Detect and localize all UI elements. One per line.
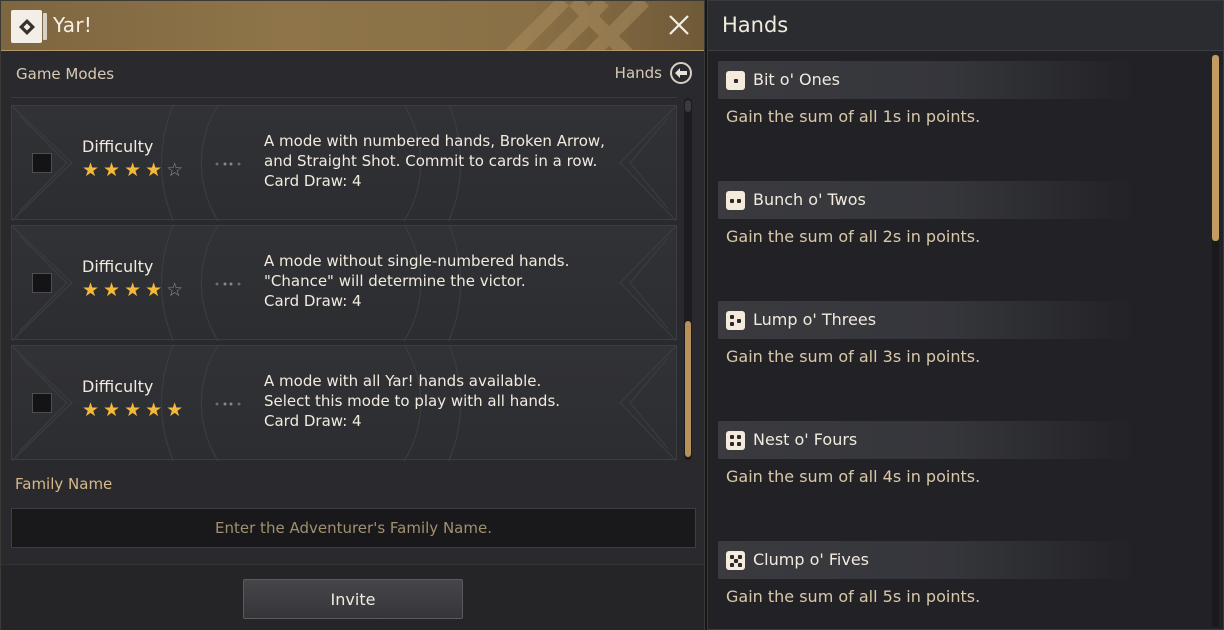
title-bar[interactable]: Yar! — [1, 1, 704, 51]
empty-star: ☆ — [166, 159, 188, 181]
game-mode-card[interactable]: Difficulty ★★★★☆ A mode with numbered ha… — [11, 105, 677, 221]
mode-checkbox[interactable] — [32, 152, 52, 173]
hand-description: Gain the sum of all 5s in points. — [726, 587, 981, 606]
arrow-left-circle-icon — [670, 62, 692, 84]
difficulty-label: Difficulty — [82, 377, 154, 396]
mode-checkbox[interactable] — [32, 272, 52, 293]
hand-description: Gain the sum of all 3s in points. — [726, 347, 981, 366]
hand-header: Bunch o' Twos — [718, 181, 1138, 219]
hand-item: Lump o' Threes Gain the sum of all 3s in… — [718, 301, 1210, 411]
window-title: Yar! — [53, 13, 93, 37]
hand-description: Gain the sum of all 4s in points. — [726, 467, 981, 486]
hand-name: Clump o' Fives — [753, 550, 869, 569]
hand-header: Bit o' Ones — [718, 61, 1138, 99]
separator-dots-icon — [215, 402, 241, 406]
yar-window: Yar! Game Modes Hands Difficulty ★★★★☆ A… — [0, 0, 705, 630]
family-name-label: Family Name — [15, 475, 113, 493]
hands-link[interactable]: Hands — [615, 62, 692, 84]
scrollbar-thumb[interactable] — [685, 321, 691, 457]
title-bar-decoration — [505, 1, 649, 50]
difficulty-stars: ★★★★☆ — [82, 159, 187, 181]
game-mode-card[interactable]: Difficulty ★★★★★ A mode with all Yar! ha… — [11, 345, 677, 461]
difficulty-stars: ★★★★★ — [82, 399, 187, 421]
hands-link-label: Hands — [614, 64, 662, 82]
die-four-icon — [726, 431, 745, 450]
mode-description: A mode without single-numbered hands. "C… — [264, 252, 570, 310]
filled-stars: ★★★★ — [82, 159, 167, 181]
mode-description: A mode with numbered hands, Broken Arrow… — [264, 132, 605, 190]
scrollbar-track-cap — [685, 100, 691, 112]
empty-star: ☆ — [166, 279, 188, 301]
mode-list-scrollbar[interactable] — [684, 98, 692, 460]
separator-dots-icon — [215, 162, 241, 166]
hand-item: Bunch o' Twos Gain the sum of all 2s in … — [718, 181, 1210, 291]
game-modes-heading: Game Modes — [16, 65, 115, 83]
hands-window: Hands Bit o' Ones Gain the sum of all 1s… — [707, 0, 1224, 630]
difficulty-label: Difficulty — [82, 137, 154, 156]
mode-checkbox[interactable] — [32, 392, 52, 413]
die-three-icon — [726, 311, 745, 330]
hand-header: Lump o' Threes — [718, 301, 1138, 339]
hand-header: Clump o' Fives — [718, 541, 1138, 579]
hand-item: Bit o' Ones Gain the sum of all 1s in po… — [718, 61, 1210, 171]
hand-name: Lump o' Threes — [753, 310, 877, 329]
hands-title: Hands — [722, 13, 789, 37]
hand-header: Nest o' Fours — [718, 421, 1138, 459]
die-one-icon — [726, 71, 745, 90]
hand-item: Clump o' Fives Gain the sum of all 5s in… — [718, 541, 1210, 630]
close-button[interactable] — [668, 14, 690, 36]
separator-dots-icon — [215, 282, 241, 286]
difficulty-label: Difficulty — [82, 257, 154, 276]
hands-scrollbar[interactable] — [1212, 55, 1219, 627]
hand-name: Bunch o' Twos — [753, 190, 866, 209]
die-five-icon — [726, 551, 745, 570]
hand-description: Gain the sum of all 2s in points. — [726, 227, 981, 246]
hands-title-bar[interactable]: Hands — [708, 1, 1223, 51]
scrollbar-thumb[interactable] — [1212, 55, 1219, 241]
card-diamond-icon — [11, 10, 47, 43]
die-two-icon — [726, 191, 745, 210]
difficulty-stars: ★★★★☆ — [82, 279, 187, 301]
close-icon — [669, 15, 689, 35]
hands-list[interactable]: Bit o' Ones Gain the sum of all 1s in po… — [718, 61, 1210, 630]
game-mode-list[interactable]: Difficulty ★★★★☆ A mode with numbered ha… — [11, 97, 677, 461]
filled-stars: ★★★★★ — [82, 399, 188, 421]
hand-name: Bit o' Ones — [753, 70, 840, 89]
mode-description: A mode with all Yar! hands available. Se… — [264, 372, 561, 430]
game-mode-card[interactable]: Difficulty ★★★★☆ A mode without single-n… — [11, 225, 677, 341]
family-name-input[interactable] — [11, 508, 696, 548]
hand-item: Nest o' Fours Gain the sum of all 4s in … — [718, 421, 1210, 531]
invite-button[interactable]: Invite — [243, 579, 463, 619]
filled-stars: ★★★★ — [82, 279, 167, 301]
hand-name: Nest o' Fours — [753, 430, 858, 449]
hand-description: Gain the sum of all 1s in points. — [726, 107, 981, 126]
